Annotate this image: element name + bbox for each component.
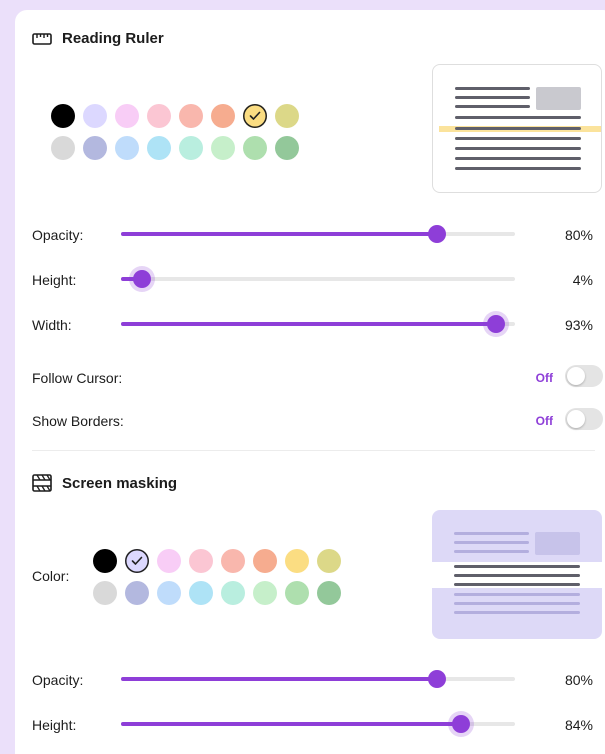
color-swatch[interactable] <box>125 581 149 605</box>
color-swatch[interactable] <box>189 581 213 605</box>
ruler-width-label: Width: <box>32 317 72 333</box>
screen-masking-title: Screen masking <box>62 474 178 492</box>
follow-cursor-label: Follow Cursor: <box>32 370 123 386</box>
color-swatch[interactable] <box>179 104 203 128</box>
mask-height-slider[interactable] <box>121 715 515 733</box>
color-swatch[interactable] <box>115 104 139 128</box>
ruler-height-slider[interactable] <box>121 270 515 288</box>
color-swatch[interactable] <box>317 581 341 605</box>
ruler-height-label: Height: <box>32 272 77 288</box>
color-swatch[interactable] <box>51 104 75 128</box>
mask-height-value: 84% <box>564 717 593 733</box>
slider-thumb[interactable] <box>133 270 151 288</box>
color-swatch[interactable] <box>253 549 277 573</box>
ruler-color-palette <box>51 104 299 160</box>
ruler-opacity-label: Opacity: <box>32 227 84 243</box>
mask-color-label: Color: <box>32 568 70 584</box>
ruler-icon <box>32 32 52 45</box>
toggle-knob <box>567 367 585 385</box>
slider-thumb[interactable] <box>428 670 446 688</box>
mask-opacity-slider[interactable] <box>121 670 515 688</box>
mask-opacity-label: Opacity: <box>32 672 84 688</box>
ruler-width-value: 93% <box>564 317 593 333</box>
color-swatch[interactable] <box>253 581 277 605</box>
reading-ruler-title: Reading Ruler <box>62 30 164 47</box>
slider-thumb[interactable] <box>487 315 505 333</box>
color-swatch[interactable] <box>147 104 171 128</box>
slider-thumb[interactable] <box>428 225 446 243</box>
color-swatch[interactable] <box>125 549 149 573</box>
ruler-opacity-slider[interactable] <box>121 225 515 243</box>
mask-color-palette <box>93 549 341 605</box>
screen-masking-preview <box>432 510 602 639</box>
toggle-knob <box>567 410 585 428</box>
color-swatch[interactable] <box>157 549 181 573</box>
checkmark-icon <box>249 111 261 121</box>
color-swatch[interactable] <box>211 136 235 160</box>
color-swatch[interactable] <box>221 581 245 605</box>
color-swatch[interactable] <box>83 136 107 160</box>
color-swatch[interactable] <box>115 136 139 160</box>
mask-opacity-value: 80% <box>564 672 593 688</box>
ruler-opacity-value: 80% <box>564 227 593 243</box>
color-swatch[interactable] <box>275 104 299 128</box>
color-swatch[interactable] <box>147 136 171 160</box>
mask-height-label: Height: <box>32 717 77 733</box>
color-swatch[interactable] <box>275 136 299 160</box>
show-borders-toggle[interactable] <box>565 408 603 430</box>
color-swatch[interactable] <box>179 136 203 160</box>
reading-ruler-header: Reading Ruler <box>32 30 164 47</box>
film-icon <box>32 474 52 492</box>
checkmark-icon <box>131 556 143 566</box>
color-swatch[interactable] <box>243 136 267 160</box>
color-swatch[interactable] <box>157 581 181 605</box>
color-swatch[interactable] <box>285 581 309 605</box>
follow-cursor-toggle[interactable] <box>565 365 603 387</box>
color-swatch[interactable] <box>221 549 245 573</box>
section-divider <box>32 450 595 451</box>
show-borders-state: Off <box>535 414 553 428</box>
color-swatch[interactable] <box>211 104 235 128</box>
ruler-width-slider[interactable] <box>121 315 515 333</box>
ruler-height-value: 4% <box>572 272 593 288</box>
color-swatch[interactable] <box>285 549 309 573</box>
color-swatch[interactable] <box>93 581 117 605</box>
color-swatch[interactable] <box>189 549 213 573</box>
reading-ruler-preview <box>432 64 602 193</box>
show-borders-label: Show Borders: <box>32 413 124 429</box>
color-swatch[interactable] <box>243 104 267 128</box>
color-swatch[interactable] <box>317 549 341 573</box>
color-swatch[interactable] <box>83 104 107 128</box>
follow-cursor-state: Off <box>535 371 553 385</box>
color-swatch[interactable] <box>51 136 75 160</box>
screen-masking-header: Screen masking <box>32 474 177 492</box>
slider-thumb[interactable] <box>452 715 470 733</box>
color-swatch[interactable] <box>93 549 117 573</box>
